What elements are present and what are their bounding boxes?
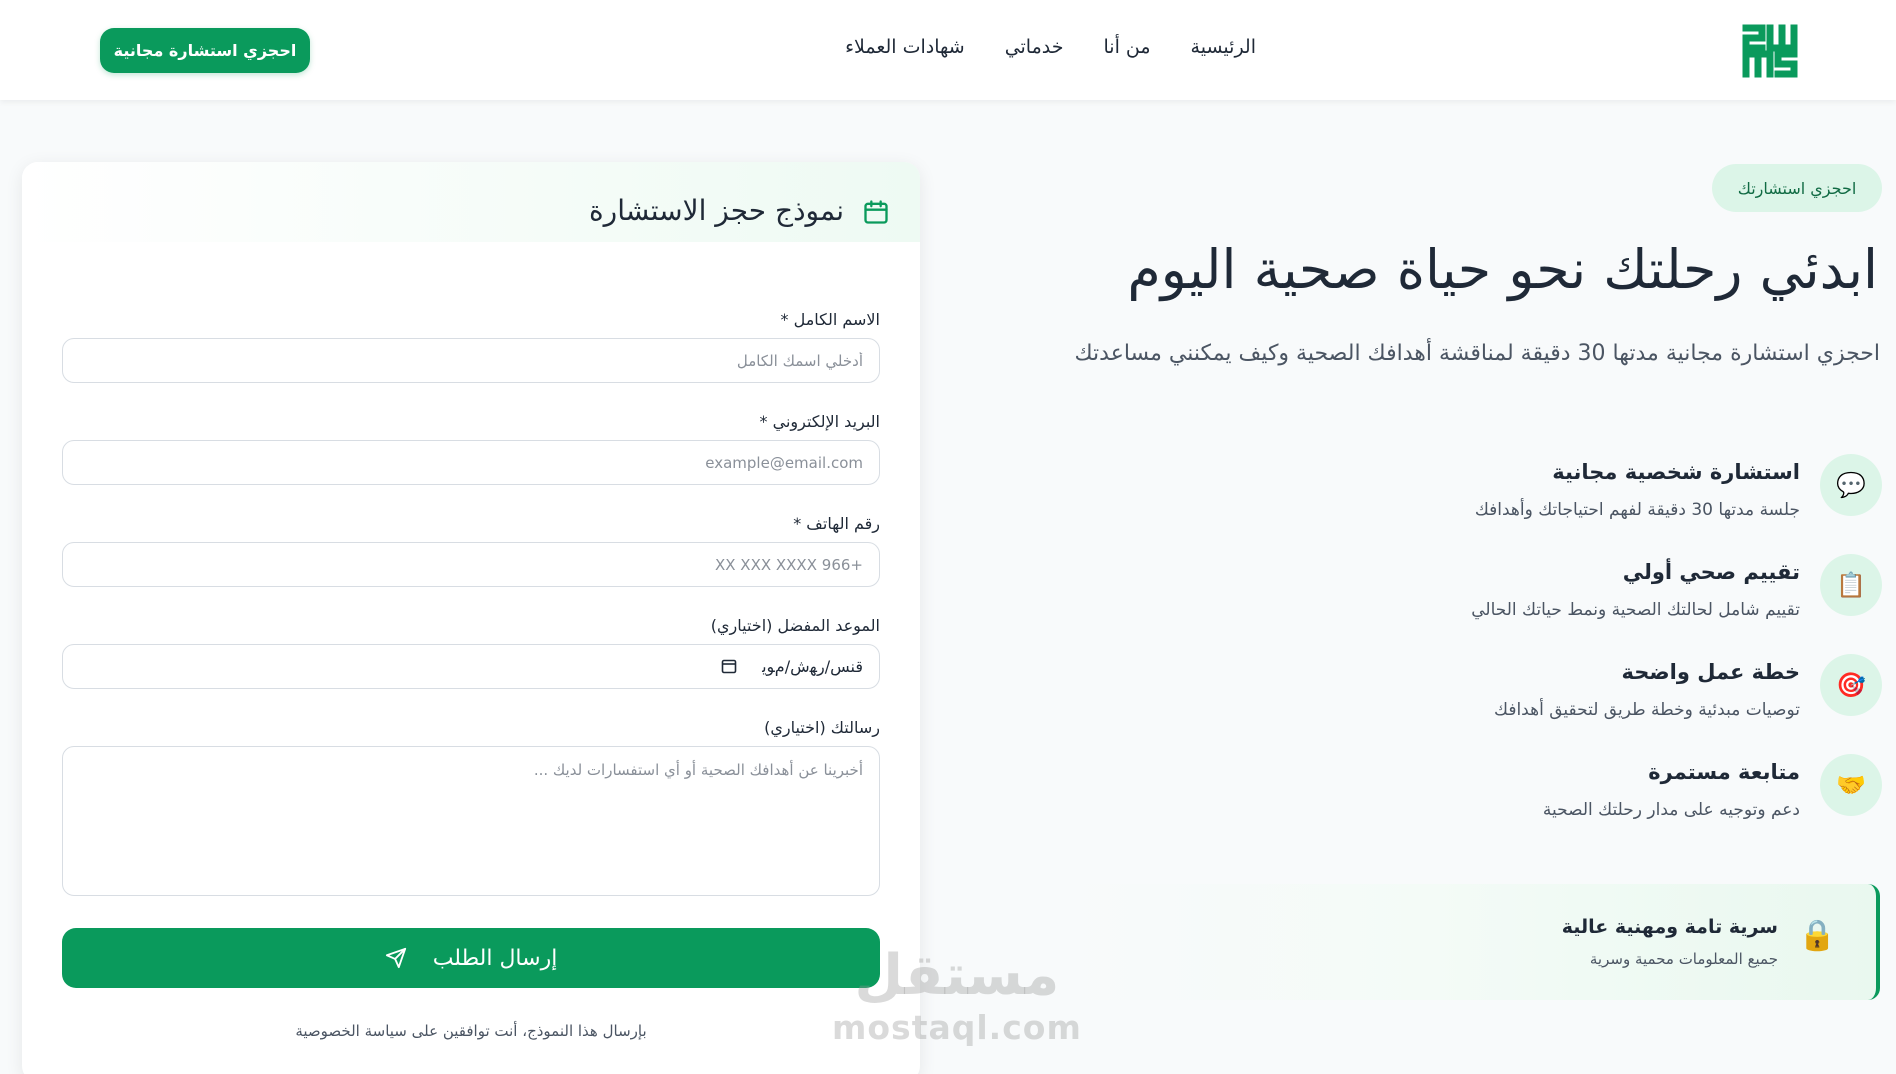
feature-title: خطة عمل واضحة: [1621, 660, 1800, 684]
date-value: ﻗﻨﺲ/ﺭﻬﺵ/ﻡﻮﻳ: [762, 657, 863, 676]
feature-item: 🤝 متابعة مستمرة دعم وتوجيه على مدار رحلت…: [1402, 754, 1882, 824]
hero-title: ابدئي رحلتك نحو حياة صحية اليوم: [1127, 238, 1878, 301]
hero-subtitle: احجزي استشارة مجانية مدتها 30 دقيقة لمنا…: [1074, 341, 1880, 366]
nav-about[interactable]: من أنا: [1104, 36, 1151, 58]
feature-item: 📋 تقييم صحي أولي تقييم شامل لحالتك الصحي…: [1402, 554, 1882, 624]
privacy-description: جميع المعلومات محمية وسرية: [1589, 950, 1778, 968]
calendar-picker-icon[interactable]: [721, 658, 737, 674]
feature-description: دعم وتوجيه على مدار رحلتك الصحية: [1542, 800, 1800, 820]
feature-item: 🎯 خطة عمل واضحة توصيات مبدئية وخطة طريق …: [1402, 654, 1882, 724]
main-nav: الرئيسية من أنا خدماتي شهادات العملاء: [845, 36, 1256, 58]
booking-form-card: نموذج حجز الاستشارة الاسم الكامل * البري…: [22, 162, 920, 1074]
nav-services[interactable]: خدماتي: [1005, 36, 1064, 58]
lock-icon: 🔒: [1798, 918, 1836, 953]
full-name-label: الاسم الكامل *: [780, 310, 880, 329]
logo-icon[interactable]: [1742, 22, 1798, 78]
nav-home[interactable]: الرئيسية: [1191, 36, 1256, 58]
email-input[interactable]: [62, 440, 880, 485]
form-header: نموذج حجز الاستشارة: [22, 162, 920, 242]
calendar-icon: [864, 200, 888, 224]
submit-label: إرسال الطلب: [432, 945, 558, 971]
feature-item: 💬 استشارة شخصية مجانية جلسة مدتها 30 دقي…: [1402, 454, 1882, 524]
email-label: البريد الإلكتروني *: [759, 412, 880, 431]
phone-label: رقم الهاتف *: [793, 514, 880, 533]
watermark: مستقل mostaql.com: [832, 943, 1082, 1048]
handshake-icon: 🤝: [1820, 754, 1882, 816]
nav-testimonials[interactable]: شهادات العملاء: [845, 36, 965, 58]
clipboard-icon: 📋: [1820, 554, 1882, 616]
watermark-latin: mostaql.com: [832, 1008, 1082, 1047]
top-navbar: الرئيسية من أنا خدماتي شهادات العملاء اح…: [0, 0, 1896, 100]
privacy-consent-note: بإرسال هذا النموذج، أنت توافقين على سياس…: [295, 1022, 647, 1040]
message-textarea[interactable]: [62, 746, 880, 896]
preferred-date-label: الموعد المفضل (اختياري): [710, 616, 880, 635]
preferred-date-input[interactable]: ﻗﻨﺲ/ﺭﻬﺵ/ﻡﻮﻳ: [62, 644, 880, 689]
target-icon: 🎯: [1820, 654, 1882, 716]
book-free-consultation-button[interactable]: احجزي استشارة مجانية: [100, 28, 310, 73]
feature-title: متابعة مستمرة: [1648, 760, 1800, 784]
form-title: نموذج حجز الاستشارة: [589, 194, 844, 227]
feature-title: استشارة شخصية مجانية: [1552, 460, 1800, 484]
feature-description: توصيات مبدئية وخطة طريق لتحقيق أهدافك: [1494, 700, 1800, 720]
feature-description: تقييم شامل لحالتك الصحية ونمط حياتك الحا…: [1471, 600, 1800, 620]
privacy-title: سرية تامة ومهنية عالية: [1561, 916, 1778, 938]
privacy-notice: 🔒 سرية تامة ومهنية عالية جميع المعلومات …: [1060, 884, 1880, 1000]
phone-input[interactable]: [62, 542, 880, 587]
speech-bubble-icon: 💬: [1820, 454, 1882, 516]
watermark-arabic: مستقل: [854, 943, 1060, 1008]
send-icon: [385, 947, 406, 969]
section-badge: احجزي استشارتك: [1712, 164, 1882, 212]
feature-title: تقييم صحي أولي: [1622, 560, 1800, 584]
feature-description: جلسة مدتها 30 دقيقة لفهم احتياجاتك وأهدا…: [1474, 500, 1800, 520]
message-label: رسالتك (اختياري): [764, 718, 880, 737]
submit-button[interactable]: إرسال الطلب: [62, 928, 880, 988]
full-name-input[interactable]: [62, 338, 880, 383]
